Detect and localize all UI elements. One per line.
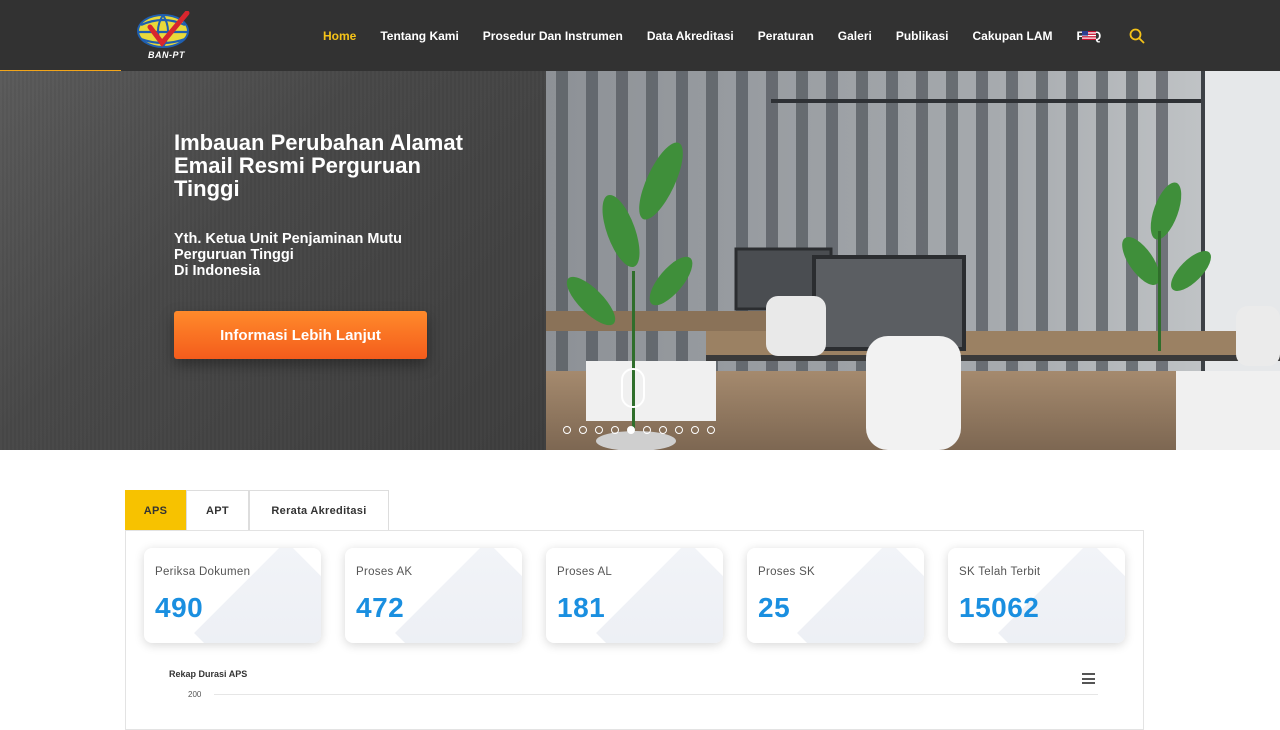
hero-subtitle: Yth. Ketua Unit Penjaminan Mutu Pergurua…	[174, 231, 474, 279]
main-menu: Home Tentang Kami Prosedur Dan Instrumen…	[312, 0, 1125, 71]
more-info-button[interactable]: Informasi Lebih Lanjut	[174, 311, 427, 359]
nav-item-data-akreditasi[interactable]: Data Akreditasi	[647, 29, 734, 43]
slider-dot[interactable]	[595, 426, 603, 434]
hero-slider: Imbauan Perubahan Alamat Email Resmi Per…	[0, 71, 1280, 450]
tab-aps[interactable]: APS	[125, 490, 186, 531]
scroll-mouse-icon[interactable]	[621, 368, 645, 408]
stat-value: 181	[557, 592, 606, 623]
nav-item-peraturan[interactable]: Peraturan	[758, 29, 814, 43]
tab-rerata-akreditasi[interactable]: Rerata Akreditasi	[249, 490, 389, 531]
nav-item-galeri[interactable]: Galeri	[838, 29, 872, 43]
us-flag-icon[interactable]	[1082, 31, 1096, 40]
search-icon[interactable]	[1129, 28, 1145, 44]
slider-dot[interactable]	[675, 426, 683, 434]
stat-card: Proses AK 472	[345, 548, 522, 643]
nav-item-cakupan-lam[interactable]: Cakupan LAM	[973, 29, 1053, 43]
slider-dot[interactable]	[611, 426, 619, 434]
stat-card: Proses AL 181	[546, 548, 723, 643]
hero-title: Imbauan Perubahan Alamat Email Resmi Per…	[174, 130, 463, 201]
nav-item-publikasi[interactable]: Publikasi	[896, 29, 949, 43]
nav-item-home[interactable]: Home	[323, 29, 356, 43]
stat-value: 15062	[959, 592, 1040, 623]
nav-item-tentang-kami[interactable]: Tentang Kami	[380, 29, 458, 43]
stat-card: SK Telah Terbit 15062	[948, 548, 1125, 643]
top-navbar: BAN-PT Home Tentang Kami Prosedur Dan In…	[0, 0, 1280, 71]
chart-title: Rekap Durasi APS	[169, 669, 248, 679]
logo-wordmark: BAN-PT	[148, 50, 185, 60]
stat-value: 490	[155, 592, 204, 623]
chart-menu-icon[interactable]	[1082, 673, 1095, 684]
hero-subtitle-line: Di Indonesia	[174, 263, 261, 279]
slider-dot[interactable]	[707, 426, 715, 434]
stat-card: Periksa Dokumen 490	[144, 548, 321, 643]
slider-dots	[563, 426, 723, 434]
chart-gridline	[214, 694, 1098, 695]
office-photo	[546, 71, 1280, 450]
slider-dot[interactable]	[691, 426, 699, 434]
stats-tabs: APS APT Rerata Akreditasi	[125, 490, 389, 531]
slider-dot[interactable]	[659, 426, 667, 434]
stat-value: 472	[356, 592, 405, 623]
tab-apt[interactable]: APT	[186, 490, 249, 531]
chart-y-tick: 200	[188, 690, 202, 699]
stat-label: Periksa Dokumen	[155, 566, 251, 578]
stat-label: Proses AK	[356, 566, 413, 578]
stat-label: SK Telah Terbit	[959, 566, 1041, 578]
slider-dot[interactable]	[579, 426, 587, 434]
hero-subtitle-line: Perguruan Tinggi	[174, 247, 294, 263]
stat-card: Proses SK 25	[747, 548, 924, 643]
slider-dot[interactable]	[563, 426, 571, 434]
slider-dot[interactable]	[627, 426, 635, 434]
hero-subtitle-line: Yth. Ketua Unit Penjaminan Mutu	[174, 231, 402, 247]
stat-label: Proses AL	[557, 566, 613, 578]
stat-label: Proses SK	[758, 566, 816, 578]
stat-value: 25	[758, 592, 791, 623]
slider-dot[interactable]	[643, 426, 651, 434]
nav-item-prosedur-dan-instrumen[interactable]: Prosedur Dan Instrumen	[483, 29, 623, 43]
